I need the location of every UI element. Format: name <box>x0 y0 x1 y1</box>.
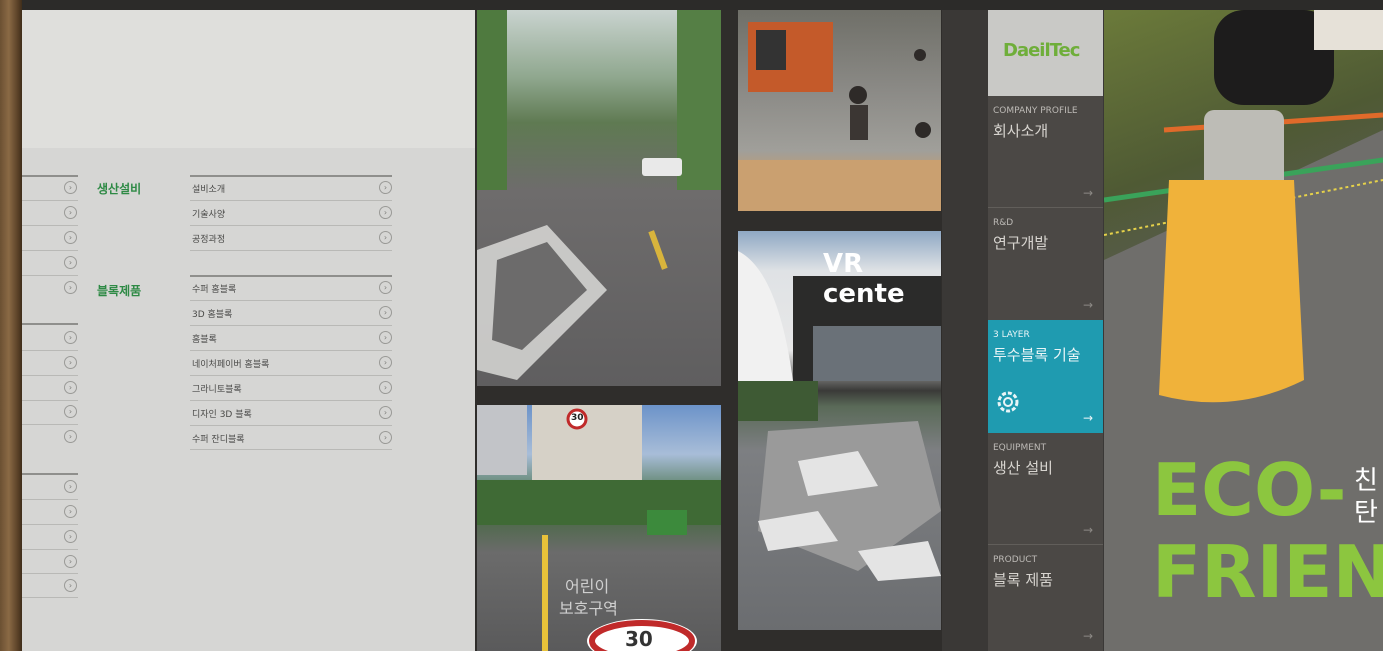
chevron-icon[interactable]: › <box>379 381 392 394</box>
logo-box[interactable]: DaeilTec <box>988 10 1103 96</box>
chevron-icon[interactable]: › <box>64 231 77 244</box>
arrow-right-icon: → <box>1082 523 1093 537</box>
road-text-1: 어린이 <box>565 577 610 596</box>
menu-item[interactable]: 홈블록 <box>192 332 217 345</box>
page-header-band <box>22 10 475 148</box>
category-title: 생산설비 <box>97 182 142 196</box>
wood-edge <box>0 0 22 651</box>
chevron-icon[interactable]: › <box>64 381 77 394</box>
chevron-icon[interactable]: › <box>64 281 77 294</box>
gear-icon <box>994 388 1022 420</box>
chevron-icon[interactable]: › <box>64 331 77 344</box>
menu-item[interactable]: 기술사양 <box>192 207 225 220</box>
hero-title-line2: FRIEN <box>1152 530 1383 614</box>
sidebar-item-company-profile[interactable]: COMPANY PROFILE 회사소개 → <box>988 96 1103 208</box>
arrow-right-icon: → <box>1082 411 1093 425</box>
company-logo: DaeilTec <box>1003 40 1080 61</box>
speed-sign-text: 30 <box>571 413 584 423</box>
chevron-icon[interactable]: › <box>379 331 392 344</box>
road-marking-speed: 30 <box>625 627 653 651</box>
sidebar-item-3-layer[interactable]: 3 LAYER 투수블록 기술 → <box>988 320 1103 433</box>
chevron-icon[interactable]: › <box>64 555 77 568</box>
photo-paved-road <box>477 10 721 386</box>
arrow-right-icon: → <box>1082 629 1093 643</box>
hero-side-text-2: 탄 <box>1354 498 1378 528</box>
top-bar <box>0 0 1383 10</box>
menu-item[interactable]: 디자인 3D 블록 <box>192 407 252 420</box>
sidebar-item-equipment[interactable]: EQUIPMENT 생산 설비 → <box>988 433 1103 545</box>
section-label-ko: 투수블록 기술 <box>993 346 1081 364</box>
sidebar-item-product[interactable]: PRODUCT 블록 제품 → <box>988 545 1103 651</box>
chevron-icon[interactable]: › <box>64 430 77 443</box>
chevron-icon[interactable]: › <box>64 256 77 269</box>
section-label-en: R&D <box>993 218 1014 228</box>
menu-item[interactable]: 수퍼 홈블록 <box>192 282 236 295</box>
section-label-ko: 블록 제품 <box>993 571 1053 589</box>
section-label-en: EQUIPMENT <box>993 443 1047 453</box>
section-label-ko: 회사소개 <box>993 122 1049 140</box>
hero-title-line1: ECO- <box>1152 448 1347 532</box>
photo-school-zone: 30 어린이 보호구역 30 <box>477 405 721 651</box>
chevron-icon[interactable]: › <box>64 405 77 418</box>
section-label-en: COMPANY PROFILE <box>993 106 1078 116</box>
chevron-icon[interactable]: › <box>64 480 77 493</box>
chevron-icon[interactable]: › <box>379 306 392 319</box>
chevron-icon[interactable]: › <box>64 505 77 518</box>
chevron-icon[interactable]: › <box>64 356 77 369</box>
sidebar-item-rnd[interactable]: R&D 연구개발 → <box>988 208 1103 320</box>
section-label-en: PRODUCT <box>993 555 1038 565</box>
hero-image: ECO- FRIEN 친 탄 <box>1104 10 1383 651</box>
chevron-icon[interactable]: › <box>379 356 392 369</box>
chevron-icon[interactable]: › <box>379 431 392 444</box>
section-label-ko: 생산 설비 <box>993 459 1053 477</box>
section-label-ko: 연구개발 <box>993 234 1049 252</box>
chevron-icon[interactable]: › <box>64 579 77 592</box>
photo-paving-work <box>738 10 941 211</box>
menu-item[interactable]: 설비소개 <box>192 182 225 195</box>
chevron-icon[interactable]: › <box>64 181 77 194</box>
chevron-icon[interactable]: › <box>379 206 392 219</box>
arrow-right-icon: → <box>1082 186 1093 200</box>
chevron-icon[interactable]: › <box>64 530 77 543</box>
category-title: 블록제품 <box>97 284 142 298</box>
photo-vr-center: VR cente <box>738 231 941 630</box>
chevron-icon[interactable]: › <box>379 231 392 244</box>
menu-item[interactable]: 그라니토블록 <box>192 382 242 395</box>
menu-item[interactable]: 3D 홈블록 <box>192 307 232 320</box>
arrow-right-icon: → <box>1082 298 1093 312</box>
road-text-2: 보호구역 <box>559 599 618 618</box>
chevron-icon[interactable]: › <box>379 181 392 194</box>
section-label-en: 3 LAYER <box>993 330 1030 340</box>
chevron-icon[interactable]: › <box>64 206 77 219</box>
chevron-icon[interactable]: › <box>379 281 392 294</box>
vr-center-sign: VR cente <box>823 249 905 309</box>
menu-item[interactable]: 네이처페이버 홈블록 <box>192 357 269 370</box>
chevron-icon[interactable]: › <box>379 406 392 419</box>
menu-item[interactable]: 수퍼 잔디블록 <box>192 432 245 445</box>
menu-item[interactable]: 공정과정 <box>192 232 225 245</box>
